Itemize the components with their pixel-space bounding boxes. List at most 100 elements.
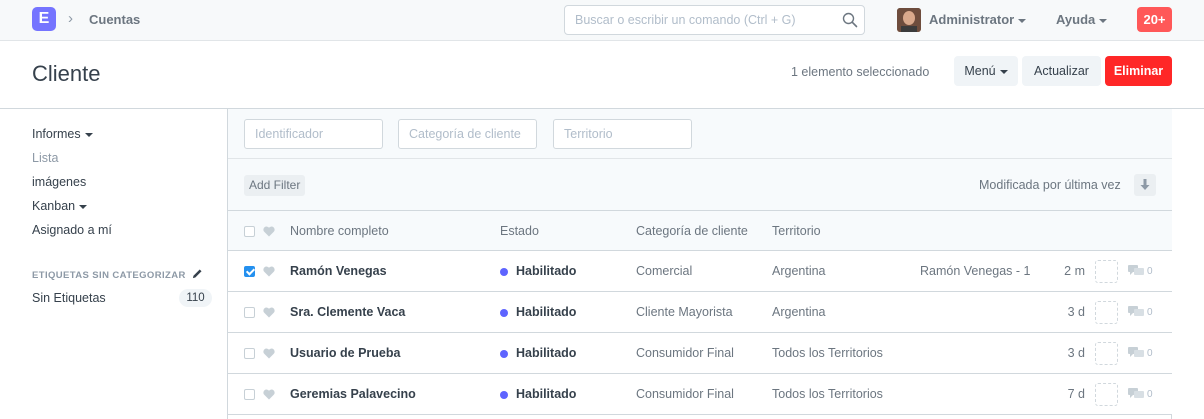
assign-avatar-placeholder[interactable] — [1095, 301, 1118, 324]
sort-selector[interactable]: Modificada por última vez — [979, 178, 1121, 192]
sidebar-item-lista[interactable]: Lista — [32, 150, 212, 174]
row-checkbox[interactable] — [244, 266, 255, 277]
page-title: Cliente — [32, 61, 101, 86]
heart-icon[interactable] — [263, 266, 275, 277]
pencil-icon[interactable] — [192, 268, 203, 279]
heart-icon[interactable] — [263, 348, 275, 359]
refresh-button[interactable]: Actualizar — [1022, 56, 1101, 86]
row-category[interactable]: Consumidor Final — [636, 387, 734, 401]
row-territory[interactable]: Todos los Territorios — [772, 387, 883, 401]
column-header-territory: Territorio — [772, 224, 821, 238]
help-menu[interactable]: Ayuda — [1056, 12, 1108, 27]
row-name-link[interactable]: Geremias Palavecino — [290, 387, 416, 401]
comment-icon[interactable] — [1128, 388, 1144, 400]
table-row[interactable]: Geremias Palavecino Habilitado Consumido… — [228, 374, 1172, 415]
help-label: Ayuda — [1056, 12, 1096, 27]
arrow-down-icon — [1140, 179, 1150, 190]
filter-bar: Add Filter Modificada por última vez — [228, 159, 1172, 211]
territory-filter-input[interactable]: Territorio — [553, 119, 692, 149]
row-category[interactable]: Cliente Mayorista — [636, 305, 733, 319]
comment-icon[interactable] — [1128, 306, 1144, 318]
sidebar-item-informes[interactable]: Informes — [32, 126, 212, 150]
breadcrumb-cuentas[interactable]: Cuentas — [89, 12, 140, 27]
avatar[interactable] — [897, 8, 921, 32]
menu-button[interactable]: Menú — [954, 56, 1018, 86]
select-all-checkbox[interactable] — [244, 226, 255, 237]
column-header-category: Categoría de cliente — [636, 224, 748, 238]
sidebar-item-kanban[interactable]: Kanban — [32, 198, 212, 222]
comment-count: 0 — [1147, 307, 1153, 318]
table-row[interactable]: Usuario de Prueba Habilitado Consumidor … — [228, 333, 1172, 374]
comment-icon[interactable] — [1128, 265, 1144, 277]
status-indicator[interactable]: Habilitado — [516, 346, 576, 360]
sidebar-item-label: Lista — [32, 151, 59, 165]
user-menu[interactable]: Administrator — [929, 12, 1027, 27]
table-row[interactable]: Sra. Clemente Vaca Habilitado Cliente Ma… — [228, 292, 1172, 333]
table-header: Nombre completo Estado Categoría de clie… — [228, 211, 1172, 251]
table-row[interactable]: Ramón Venegas Habilitado Comercial Argen… — [228, 251, 1172, 292]
assign-avatar-placeholder[interactable] — [1095, 342, 1118, 365]
heart-icon[interactable] — [263, 226, 275, 237]
awesome-bar[interactable]: Buscar o escribir un comando (Ctrl + G) — [564, 5, 865, 35]
row-territory[interactable]: Argentina — [772, 305, 826, 319]
comment-icon[interactable] — [1128, 347, 1144, 359]
identifier-filter-input[interactable]: Identificador — [244, 119, 383, 149]
row-territory[interactable]: Todos los Territorios — [772, 346, 883, 360]
delete-button[interactable]: Eliminar — [1105, 56, 1172, 86]
category-filter-input[interactable]: Categoría de cliente — [398, 119, 537, 149]
sidebar-item-label: Asignado a mí — [32, 223, 112, 237]
row-modified-time: 2 m — [1064, 264, 1085, 278]
list-view: Identificador Categoría de cliente Terri… — [227, 109, 1172, 419]
row-title-extra: Ramón Venegas - 1 — [920, 264, 1031, 278]
row-name-link[interactable]: Usuario de Prueba — [290, 346, 400, 360]
heart-icon[interactable] — [263, 307, 275, 318]
row-checkbox[interactable] — [244, 307, 255, 318]
status-dot — [500, 309, 508, 317]
sidebar-item-label: Informes — [32, 127, 81, 141]
row-category[interactable]: Consumidor Final — [636, 346, 734, 360]
status-indicator[interactable]: Habilitado — [516, 387, 576, 401]
assign-avatar-placeholder[interactable] — [1095, 260, 1118, 283]
search-icon[interactable] — [842, 12, 858, 28]
row-modified-time: 3 d — [1067, 346, 1085, 360]
sidebar-item-imagenes[interactable]: imágenes — [32, 174, 212, 198]
navbar: E › Cuentas Buscar o escribir un comando… — [0, 0, 1204, 41]
row-name-link[interactable]: Sra. Clemente Vaca — [290, 305, 405, 319]
status-dot — [500, 268, 508, 276]
row-category[interactable]: Comercial — [636, 264, 692, 278]
sort-order-button[interactable] — [1134, 174, 1156, 196]
sidebar: Informes Lista imágenes Kanban Asignado … — [32, 126, 212, 246]
page-head: Cliente 1 elemento seleccionado Menú Act… — [0, 41, 1204, 109]
comment-count: 0 — [1147, 348, 1153, 359]
caret-down-icon — [1099, 18, 1108, 23]
heart-icon[interactable] — [263, 389, 275, 400]
status-dot — [500, 391, 508, 399]
sidebar-item-label: imágenes — [32, 175, 87, 189]
app-logo[interactable]: E — [32, 7, 56, 31]
row-checkbox[interactable] — [244, 348, 255, 359]
add-filter-button[interactable]: Add Filter — [244, 175, 306, 196]
caret-down-icon — [84, 132, 93, 137]
untagged-count-badge: 110 — [179, 289, 212, 307]
standard-filters: Identificador Categoría de cliente Terri… — [228, 109, 1172, 159]
row-checkbox[interactable] — [244, 389, 255, 400]
row-name-link[interactable]: Ramón Venegas — [290, 264, 387, 278]
sidebar-item-label: Kanban — [32, 199, 76, 213]
assign-avatar-placeholder[interactable] — [1095, 383, 1118, 406]
status-indicator[interactable]: Habilitado — [516, 305, 576, 319]
column-header-name: Nombre completo — [290, 224, 389, 238]
selection-count: 1 elemento seleccionado — [791, 65, 930, 79]
status-dot — [500, 350, 508, 358]
column-header-status: Estado — [500, 224, 539, 238]
comment-count: 0 — [1147, 389, 1153, 400]
sidebar-item-asignado[interactable]: Asignado a mí — [32, 222, 212, 246]
menu-label: Menú — [964, 64, 996, 78]
row-territory[interactable]: Argentina — [772, 264, 826, 278]
caret-down-icon — [1018, 18, 1027, 23]
avatar-image — [897, 8, 921, 32]
caret-down-icon — [999, 69, 1008, 74]
status-indicator[interactable]: Habilitado — [516, 264, 576, 278]
sidebar-item-untagged[interactable]: Sin Etiquetas — [32, 291, 106, 305]
notifications-badge[interactable]: 20+ — [1137, 7, 1172, 32]
tags-heading: ETIQUETAS SIN CATEGORIZAR — [32, 270, 186, 281]
